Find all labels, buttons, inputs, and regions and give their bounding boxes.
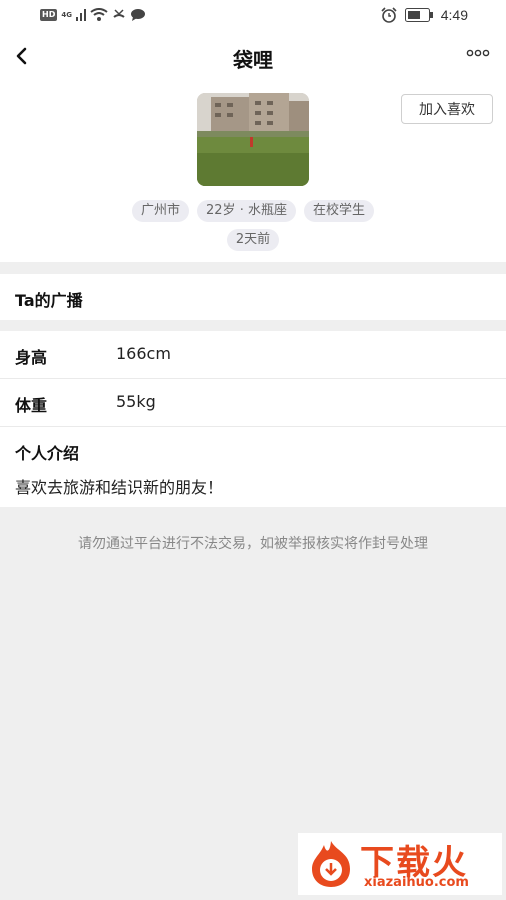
weight-label: 体重 (15, 396, 48, 415)
nav-bar: 袋哩 (0, 32, 506, 82)
broadcast-section[interactable]: Ta的广播 (0, 274, 506, 320)
avatar[interactable] (197, 93, 309, 186)
message-icon (130, 9, 145, 21)
status-bar: HD 4G 4:49 (0, 0, 506, 32)
safety-notice: 请勿通过平台进行不法交易，如被举报核实将作封号处理 (78, 536, 428, 552)
last-active-row: 2天前 (0, 229, 506, 251)
height-value: 166cm (116, 344, 171, 363)
info-section: 身高 166cm 体重 55kg 个人介绍 喜欢去旅游和结识新的朋友！ (0, 331, 506, 507)
signal-icon (75, 8, 86, 21)
tag-city: 广州市 (132, 200, 190, 222)
tag-occupation: 在校学生 (303, 200, 374, 222)
clock: 4:49 (440, 7, 468, 23)
page-title: 袋哩 (233, 48, 273, 72)
status-left: HD 4G (40, 8, 146, 21)
wifi-icon (90, 8, 108, 21)
weight-value: 55kg (116, 392, 156, 411)
add-to-favorites-button[interactable]: 加入喜欢 (401, 94, 493, 124)
watermark-logo: 下载火 xiazaihuo.com (298, 833, 502, 895)
more-icon[interactable] (466, 46, 490, 60)
status-right: 4:49 (381, 7, 468, 23)
flame-logo-icon (312, 841, 350, 887)
height-row: 身高 166cm (0, 331, 506, 379)
missed-call-icon (113, 9, 125, 18)
network-label: 4G (61, 10, 72, 19)
alarm-icon (381, 7, 397, 23)
weight-row: 体重 55kg (0, 379, 506, 427)
last-active-badge: 2天前 (226, 229, 280, 251)
profile-header: 加入喜欢 广州市 22岁 · 水瓶座 在校学生 2天前 (0, 82, 506, 262)
height-label: 身高 (15, 348, 48, 367)
profile-tags: 广州市 22岁 · 水瓶座 在校学生 (0, 200, 506, 222)
broadcast-label: Ta的广播 (15, 291, 83, 310)
hd-badge: HD (40, 8, 58, 21)
intro-text: 喜欢去旅游和结识新的朋友！ (15, 478, 224, 497)
tag-age-zodiac: 22岁 · 水瓶座 (197, 200, 296, 222)
intro-label: 个人介绍 (15, 444, 80, 463)
battery-icon (404, 8, 433, 22)
watermark-url: xiazaihuo.com (364, 875, 469, 890)
